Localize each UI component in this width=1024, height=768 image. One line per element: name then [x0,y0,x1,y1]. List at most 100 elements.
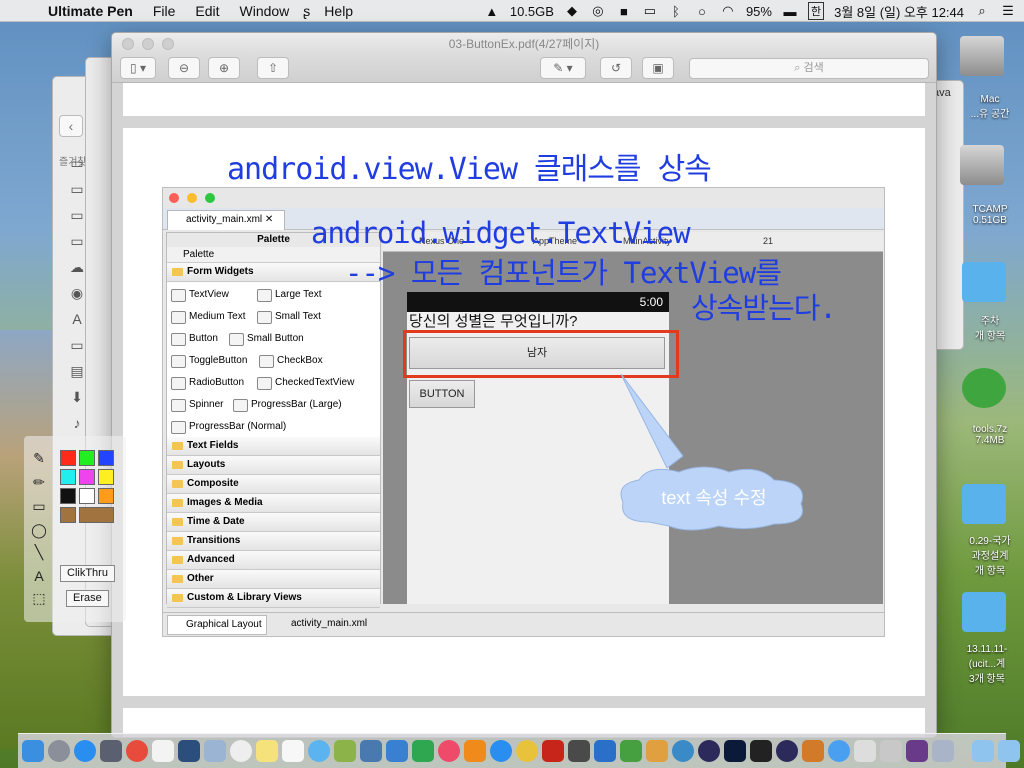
menu-file[interactable]: File [143,3,186,19]
tasks-icon[interactable] [178,740,200,762]
calendar-icon[interactable] [152,740,174,762]
search-field[interactable]: ⌕ 검색 [689,58,929,79]
finder-icon[interactable] [22,740,44,762]
menu-window[interactable]: Window [230,3,300,19]
color-orange[interactable] [98,488,114,504]
teams-icon[interactable] [516,740,538,762]
color-yellow[interactable] [98,469,114,485]
zoom-button[interactable] [162,38,174,50]
input-source[interactable]: 한 [807,2,825,20]
photoshop-icon[interactable] [724,740,746,762]
pdf-view[interactable]: android.view.View 클래스를 상속 activity_main.… [112,83,936,737]
photos-icon[interactable] [334,740,356,762]
pen-icon[interactable]: ✎ [28,448,50,468]
color-brown[interactable] [60,507,76,523]
desktop-item-mac[interactable]: Mac ...유 공간 [955,94,1024,120]
document-app-icon[interactable] [932,740,954,762]
wifi-icon[interactable]: ◠ [720,3,736,19]
appstore-icon[interactable] [490,740,512,762]
ellipse-icon[interactable]: ◯ [28,520,50,540]
dropbox-icon[interactable]: ◆ [564,3,580,19]
line-icon[interactable]: ╲ [28,542,50,562]
utility-icon[interactable] [880,740,902,762]
terminal-icon[interactable] [750,740,772,762]
desktop-item-course[interactable]: 0.29-국가 과정설계 개 항목 [955,532,1024,577]
box-icon[interactable] [802,740,824,762]
menu-edit[interactable]: Edit [185,3,229,19]
zoom-out-button[interactable]: ⊖ [168,57,200,79]
color-black[interactable] [60,488,76,504]
green-app-icon[interactable] [620,740,642,762]
color-white[interactable] [79,488,95,504]
camera-icon[interactable]: ■ [616,4,632,19]
elephant-icon[interactable] [672,740,694,762]
media-app-icon[interactable] [906,740,928,762]
rotate-button[interactable]: ↺ [600,57,632,79]
grid-app-icon[interactable] [100,740,122,762]
folder-icon[interactable] [962,484,1006,524]
markup-button[interactable]: ✎ ▾ [540,57,586,79]
menu-app-name[interactable]: Ultimate Pen [38,3,143,19]
color-green[interactable] [79,450,95,466]
color-brown-wide[interactable] [79,507,114,523]
share-button[interactable]: ⇧ [257,57,289,79]
drive-icon[interactable] [960,36,1004,76]
keynote-icon[interactable] [386,740,408,762]
rectangle-icon[interactable]: ▭ [28,496,50,516]
text-icon[interactable]: A [28,566,50,586]
folder-icon[interactable] [962,592,1006,632]
folder-icon[interactable] [962,262,1006,302]
archive-icon[interactable] [962,368,1006,408]
spotlight-icon[interactable]: ⌕ [974,3,990,19]
blue-app-icon[interactable] [594,740,616,762]
highlighter-icon[interactable]: ✏ [28,472,50,492]
erase-button[interactable]: Erase [66,590,109,607]
menu-help[interactable]: Help [314,3,363,19]
mail-icon[interactable] [204,740,226,762]
script-icon[interactable]: ʂ [299,3,314,19]
desktop-item-ucit[interactable]: 13.11.11- (ucit...계 3개 항목 [950,644,1024,685]
documents-folder-icon[interactable] [998,740,1020,762]
clock-icon[interactable] [230,740,252,762]
check-icon[interactable] [828,740,850,762]
airplay-icon[interactable]: ▭ [642,3,658,19]
color-magenta[interactable] [79,469,95,485]
bell-icon[interactable]: ▲ [484,4,500,19]
drive-icon[interactable] [960,145,1004,185]
notes-icon[interactable] [256,740,278,762]
itunes-icon[interactable] [438,740,460,762]
desktop-item-folder[interactable]: 주차 개 항목 [955,312,1024,342]
color-blue[interactable] [98,450,114,466]
chat-icon[interactable]: ○ [694,4,710,19]
desktop-item-archive[interactable]: tools.7z 7.4MB [955,424,1024,446]
bluetooth-icon[interactable]: ᛒ [668,4,684,19]
messages-icon[interactable] [308,740,330,762]
safari-icon[interactable] [74,740,96,762]
back-button[interactable]: ‹ [59,115,83,137]
ibooks-icon[interactable] [464,740,486,762]
downloads-folder-icon[interactable] [972,740,994,762]
eclipse-alt-icon[interactable] [776,740,798,762]
launchpad-icon[interactable] [48,740,70,762]
color-cyan[interactable] [60,469,76,485]
eclipse-icon[interactable] [698,740,720,762]
memory-status[interactable]: 10.5GB [510,4,554,19]
chrome-icon[interactable] [126,740,148,762]
close-button[interactable] [122,38,134,50]
sublime-icon[interactable] [568,740,590,762]
reminders-icon[interactable] [282,740,304,762]
script-editor-icon[interactable] [854,740,876,762]
zoom-in-button[interactable]: ⊕ [208,57,240,79]
numbers-icon[interactable] [412,740,434,762]
color-red[interactable] [60,450,76,466]
bug-app-icon[interactable] [646,740,668,762]
notification-center-icon[interactable]: ☰ [1000,3,1016,19]
sidebar-toggle-button[interactable]: ▯ ▾ [120,57,156,79]
battery-percent[interactable]: 95% [746,4,772,19]
desktop-item-bootcamp[interactable]: TCAMP 0.51GB [955,204,1024,226]
clock[interactable]: 3월 8일 (일) 오후 12:44 [834,2,964,21]
filezilla-icon[interactable] [542,740,564,762]
clickthru-button[interactable]: ClikThru [60,565,115,582]
preview-icon[interactable] [360,740,382,762]
selection-icon[interactable]: ⬚ [28,588,50,608]
